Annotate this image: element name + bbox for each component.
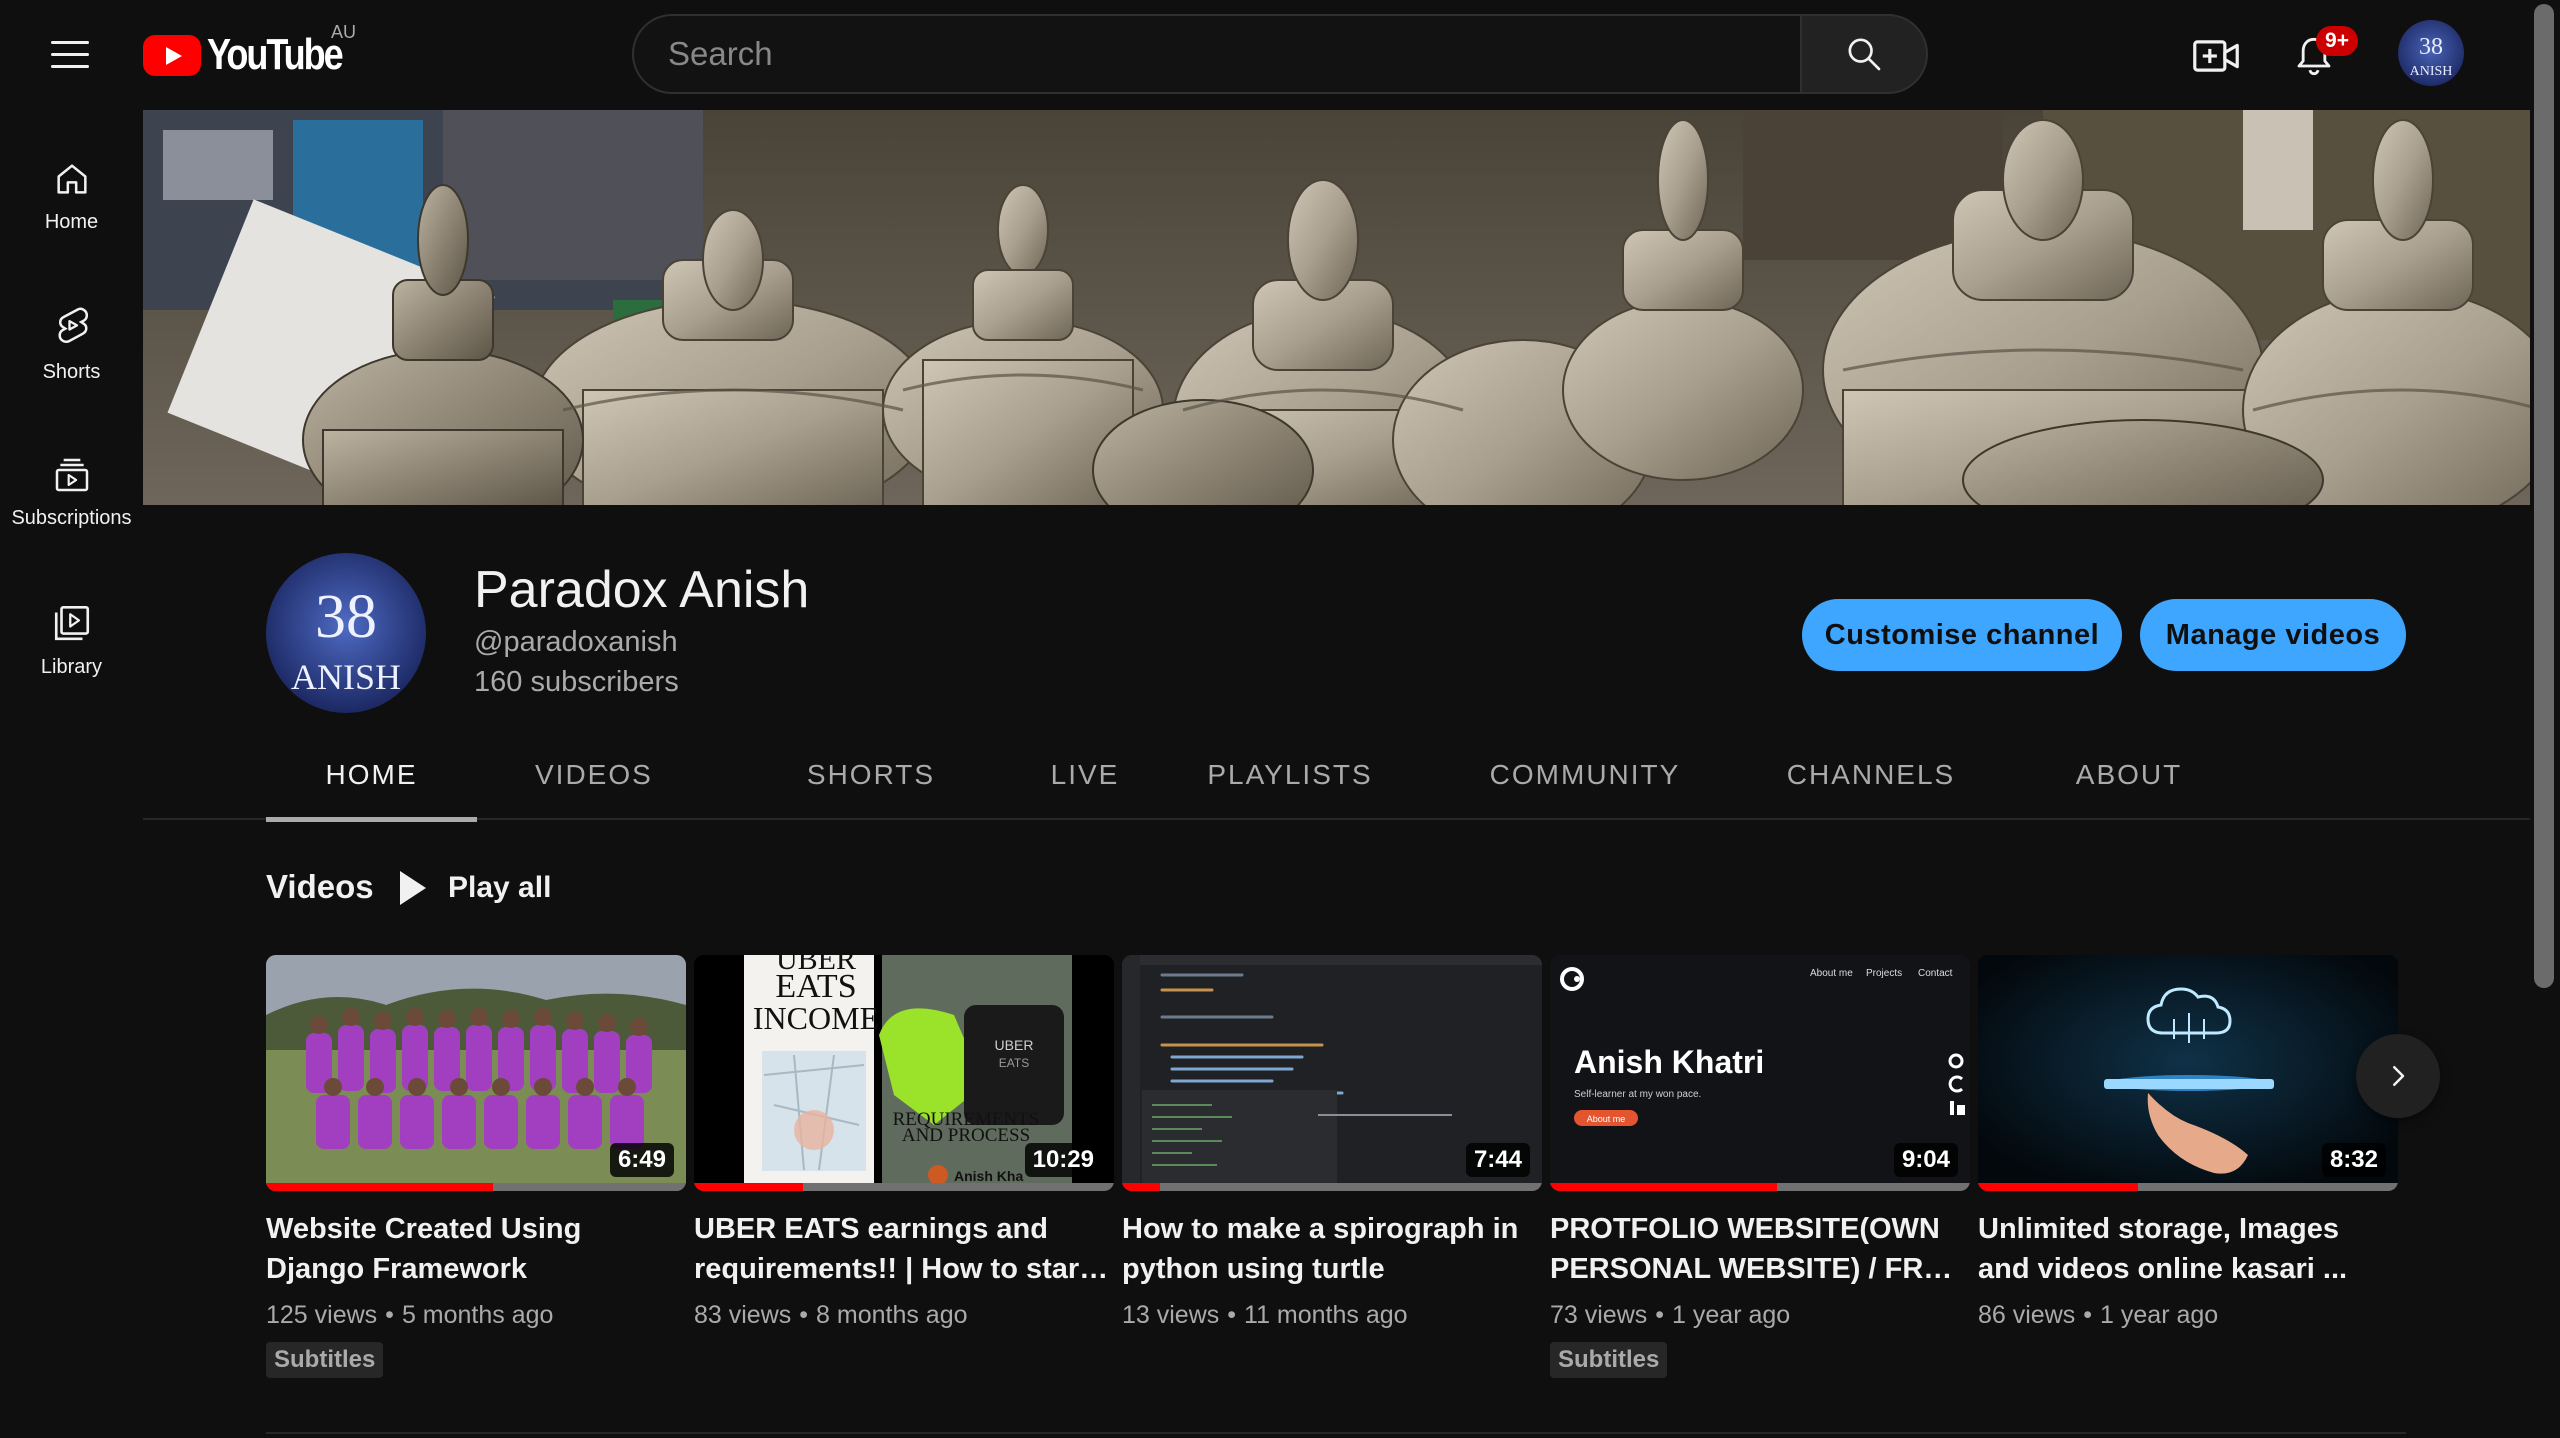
region-code: AU xyxy=(331,22,357,42)
svg-text:UBER: UBER xyxy=(995,1037,1034,1053)
svg-text:Anish Khatri: Anish Khatri xyxy=(1574,1044,1764,1080)
create-video-icon xyxy=(2193,40,2239,72)
video-duration: 8:32 xyxy=(2321,1143,2386,1177)
sidebar-item-label: Home xyxy=(44,210,99,233)
tab-about[interactable]: ABOUT xyxy=(2029,730,2229,820)
video-metadata: 73 views • 1 year ago xyxy=(1550,1301,1791,1329)
search-input[interactable] xyxy=(632,14,1800,94)
channel-handle: @paradoxanish xyxy=(474,626,678,658)
create-video-button[interactable] xyxy=(2188,28,2244,84)
carousel-next-button[interactable] xyxy=(2356,1034,2440,1118)
tab-live[interactable]: LIVE xyxy=(1005,730,1165,820)
svg-text:ANISH: ANISH xyxy=(2410,64,2453,79)
sidebar-item-subscriptions[interactable]: Subscriptions xyxy=(0,422,143,562)
banner-image xyxy=(143,110,2530,505)
video-title[interactable]: How to make a spirograph in python using… xyxy=(1122,1209,1542,1289)
sidebar-item-label: Library xyxy=(40,655,103,678)
sidebar-item-label: Subscriptions xyxy=(11,506,132,529)
avatar-image: 38 ANISH xyxy=(2398,20,2464,86)
video-thumbnail[interactable]: 7:44 xyxy=(1122,955,1542,1191)
sidebar-item-home[interactable]: Home xyxy=(0,126,143,266)
tab-playlists[interactable]: PLAYLISTS xyxy=(1175,730,1405,820)
video-metadata: 13 views • 11 months ago xyxy=(1122,1301,1408,1329)
sidebar-item-library[interactable]: Library xyxy=(0,570,143,710)
search-bar xyxy=(632,14,1928,94)
subtitles-badge: Subtitles xyxy=(1550,1342,1668,1378)
home-icon xyxy=(56,163,87,194)
svg-text:Contact: Contact xyxy=(1918,968,1953,979)
video-title[interactable]: Unlimited storage, Images and videos onl… xyxy=(1978,1209,2398,1289)
video-duration: 10:29 xyxy=(1024,1143,1102,1177)
subscriptions-icon xyxy=(55,458,88,491)
video-duration: 7:44 xyxy=(1465,1143,1530,1177)
video-card[interactable]: 8:32 Unlimited storage, Images and video… xyxy=(1978,955,2398,1330)
tab-community[interactable]: COMMUNITY xyxy=(1455,730,1715,820)
svg-text:AND PROCESS: AND PROCESS xyxy=(902,1125,1030,1146)
video-title[interactable]: UBER EATS earnings and requirements!! | … xyxy=(694,1209,1114,1289)
svg-text:About me: About me xyxy=(1587,1114,1626,1124)
svg-text:INCOME: INCOME xyxy=(753,1000,879,1036)
video-title[interactable]: Website Created Using Django Framework xyxy=(266,1209,686,1289)
scrollbar-thumb[interactable] xyxy=(2534,4,2554,988)
video-card[interactable]: 6:49 Website Created Using Django Framew… xyxy=(266,955,686,1378)
watch-progress-bar xyxy=(1122,1183,1542,1191)
video-duration: 6:49 xyxy=(609,1143,674,1177)
video-thumbnail[interactable]: About me Projects Contact Anish Khatri S… xyxy=(1550,955,1970,1191)
library-icon xyxy=(54,605,89,640)
watch-progress-bar xyxy=(1550,1183,1970,1191)
subscriber-count: 160 subscribers xyxy=(474,666,679,698)
svg-text:ANISH: ANISH xyxy=(291,657,401,697)
video-metadata: 83 views • 8 months ago xyxy=(694,1301,968,1329)
play-all-label: Play all xyxy=(448,871,552,904)
youtube-wordmark: YouTube xyxy=(207,30,344,79)
watch-progress-bar xyxy=(694,1183,1114,1191)
manage-videos-button[interactable]: Manage videos xyxy=(2140,599,2406,671)
video-metadata: 86 views • 1 year ago xyxy=(1978,1301,2219,1329)
video-card[interactable]: UBER EATS UBER EATS INCOME REQUIREMENTS … xyxy=(694,955,1114,1330)
notification-count-badge: 9+ xyxy=(2316,26,2358,56)
search-icon xyxy=(1848,38,1881,71)
video-thumbnail[interactable]: UBER EATS UBER EATS INCOME REQUIREMENTS … xyxy=(694,955,1114,1191)
svg-text:Anish Kha: Anish Kha xyxy=(954,1168,1023,1184)
video-duration: 9:04 xyxy=(1893,1143,1958,1177)
channel-avatar-image: 38 ANISH xyxy=(266,553,426,713)
video-card[interactable]: 7:44 How to make a spirograph in python … xyxy=(1122,955,1542,1330)
video-thumbnail[interactable]: 6:49 xyxy=(266,955,686,1191)
section-title[interactable]: Videos xyxy=(266,868,374,906)
channel-tabs: HOME VIDEOS SHORTS LIVE PLAYLISTS COMMUN… xyxy=(143,730,2530,822)
tab-channels[interactable]: CHANNELS xyxy=(1751,730,1991,820)
customise-channel-button[interactable]: Customise channel xyxy=(1802,599,2122,671)
top-bar: YouTube AU 9+ 38 ANISH xyxy=(0,0,2530,110)
video-metadata: 125 views • 5 months ago xyxy=(266,1301,554,1329)
svg-text:Projects: Projects xyxy=(1866,968,1902,979)
search-button[interactable] xyxy=(1800,14,1928,94)
svg-text:Self-learner at my won pace.: Self-learner at my won pace. xyxy=(1574,1089,1701,1100)
svg-text:38: 38 xyxy=(315,583,377,651)
video-title[interactable]: PROTFOLIO WEBSITE(OWN PERSONAL WEBSITE) … xyxy=(1550,1209,1970,1289)
watch-progress-bar xyxy=(266,1183,686,1191)
svg-text:38: 38 xyxy=(2419,34,2443,60)
channel-name: Paradox Anish xyxy=(474,561,810,619)
channel-avatar[interactable]: 38 ANISH xyxy=(266,553,426,713)
watch-progress-bar xyxy=(1978,1183,2398,1191)
play-icon xyxy=(400,871,426,905)
svg-text:About me: About me xyxy=(1810,968,1853,979)
tab-shorts[interactable]: SHORTS xyxy=(771,730,971,820)
sidebar-item-label: Shorts xyxy=(42,360,101,383)
account-avatar[interactable]: 38 ANISH xyxy=(2398,20,2464,86)
play-all-button[interactable]: Play all xyxy=(400,862,551,914)
youtube-play-icon xyxy=(143,34,201,76)
chevron-right-icon xyxy=(2393,1066,2405,1086)
section-divider xyxy=(266,1432,2406,1434)
sidebar-item-shorts[interactable]: Shorts xyxy=(0,274,143,414)
video-card[interactable]: About me Projects Contact Anish Khatri S… xyxy=(1550,955,1970,1378)
subtitles-badge: Subtitles xyxy=(266,1342,384,1378)
svg-text:EATS: EATS xyxy=(999,1056,1029,1070)
shorts-icon xyxy=(57,307,88,343)
hamburger-menu-icon[interactable] xyxy=(40,26,100,82)
tab-home[interactable]: HOME xyxy=(266,730,477,822)
channel-banner xyxy=(143,110,2530,505)
video-thumbnail[interactable]: 8:32 xyxy=(1978,955,2398,1191)
